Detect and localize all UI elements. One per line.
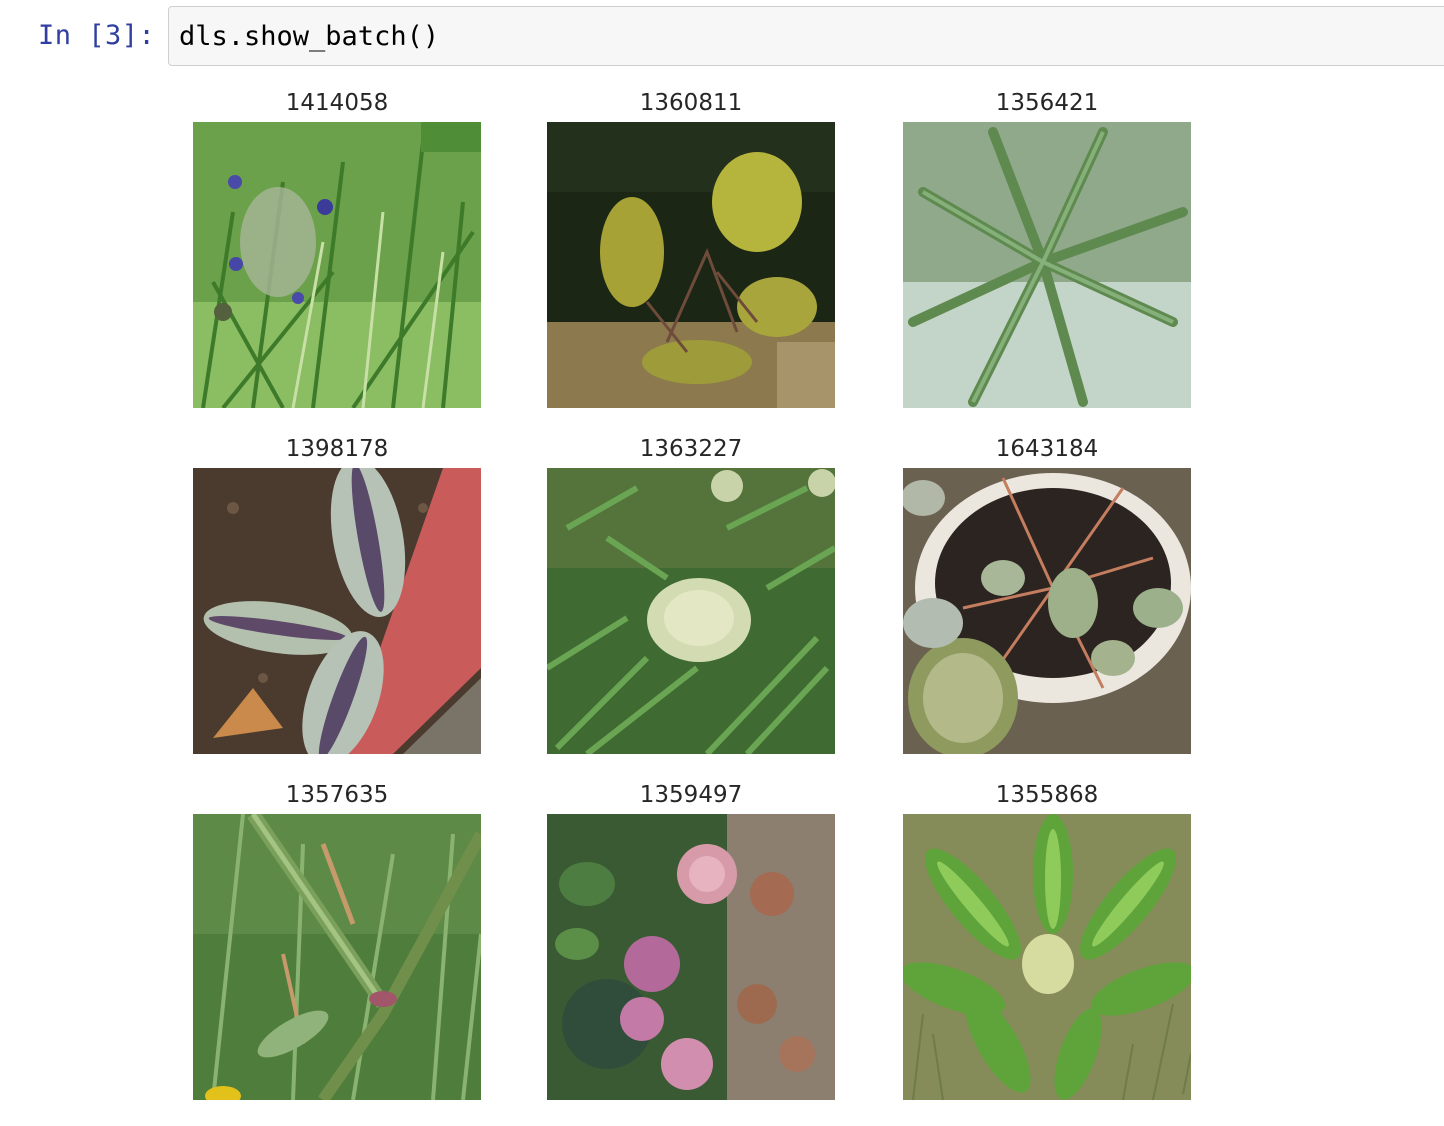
batch-image xyxy=(547,122,835,408)
batch-item-label: 1357635 xyxy=(285,782,389,808)
batch-image xyxy=(903,122,1191,408)
batch-image-graphic xyxy=(547,122,835,408)
batch-image-graphic xyxy=(547,814,835,1100)
batch-image xyxy=(903,468,1191,754)
batch-image xyxy=(547,814,835,1100)
batch-image-graphic xyxy=(547,468,835,754)
batch-image-graphic xyxy=(903,468,1191,754)
batch-image xyxy=(193,122,481,408)
batch-image-graphic xyxy=(193,814,481,1100)
code-text[interactable]: dls.show_batch() xyxy=(179,17,439,57)
batch-item-label: 1360811 xyxy=(639,90,743,116)
code-input-area[interactable]: dls.show_batch() xyxy=(168,6,1444,66)
batch-item-label: 1414058 xyxy=(285,90,389,116)
batch-item-label: 1355868 xyxy=(995,782,1099,808)
batch-image-graphic xyxy=(903,122,1191,408)
batch-item-label: 1363227 xyxy=(639,436,743,462)
batch-item-label: 1359497 xyxy=(639,782,743,808)
batch-image xyxy=(547,468,835,754)
batch-image-graphic xyxy=(193,468,481,754)
batch-item-label: 1643184 xyxy=(995,436,1099,462)
batch-image xyxy=(193,814,481,1100)
batch-image-graphic xyxy=(903,814,1191,1100)
batch-image xyxy=(903,814,1191,1100)
input-prompt: In [3]: xyxy=(38,20,156,51)
batch-item-label: 1398178 xyxy=(285,436,389,462)
batch-image-graphic xyxy=(193,122,481,408)
batch-image xyxy=(193,468,481,754)
batch-item-label: 1356421 xyxy=(995,90,1099,116)
cell-output: 1414058 1360811 1356421 1398178 1363227 … xyxy=(0,70,1444,1126)
